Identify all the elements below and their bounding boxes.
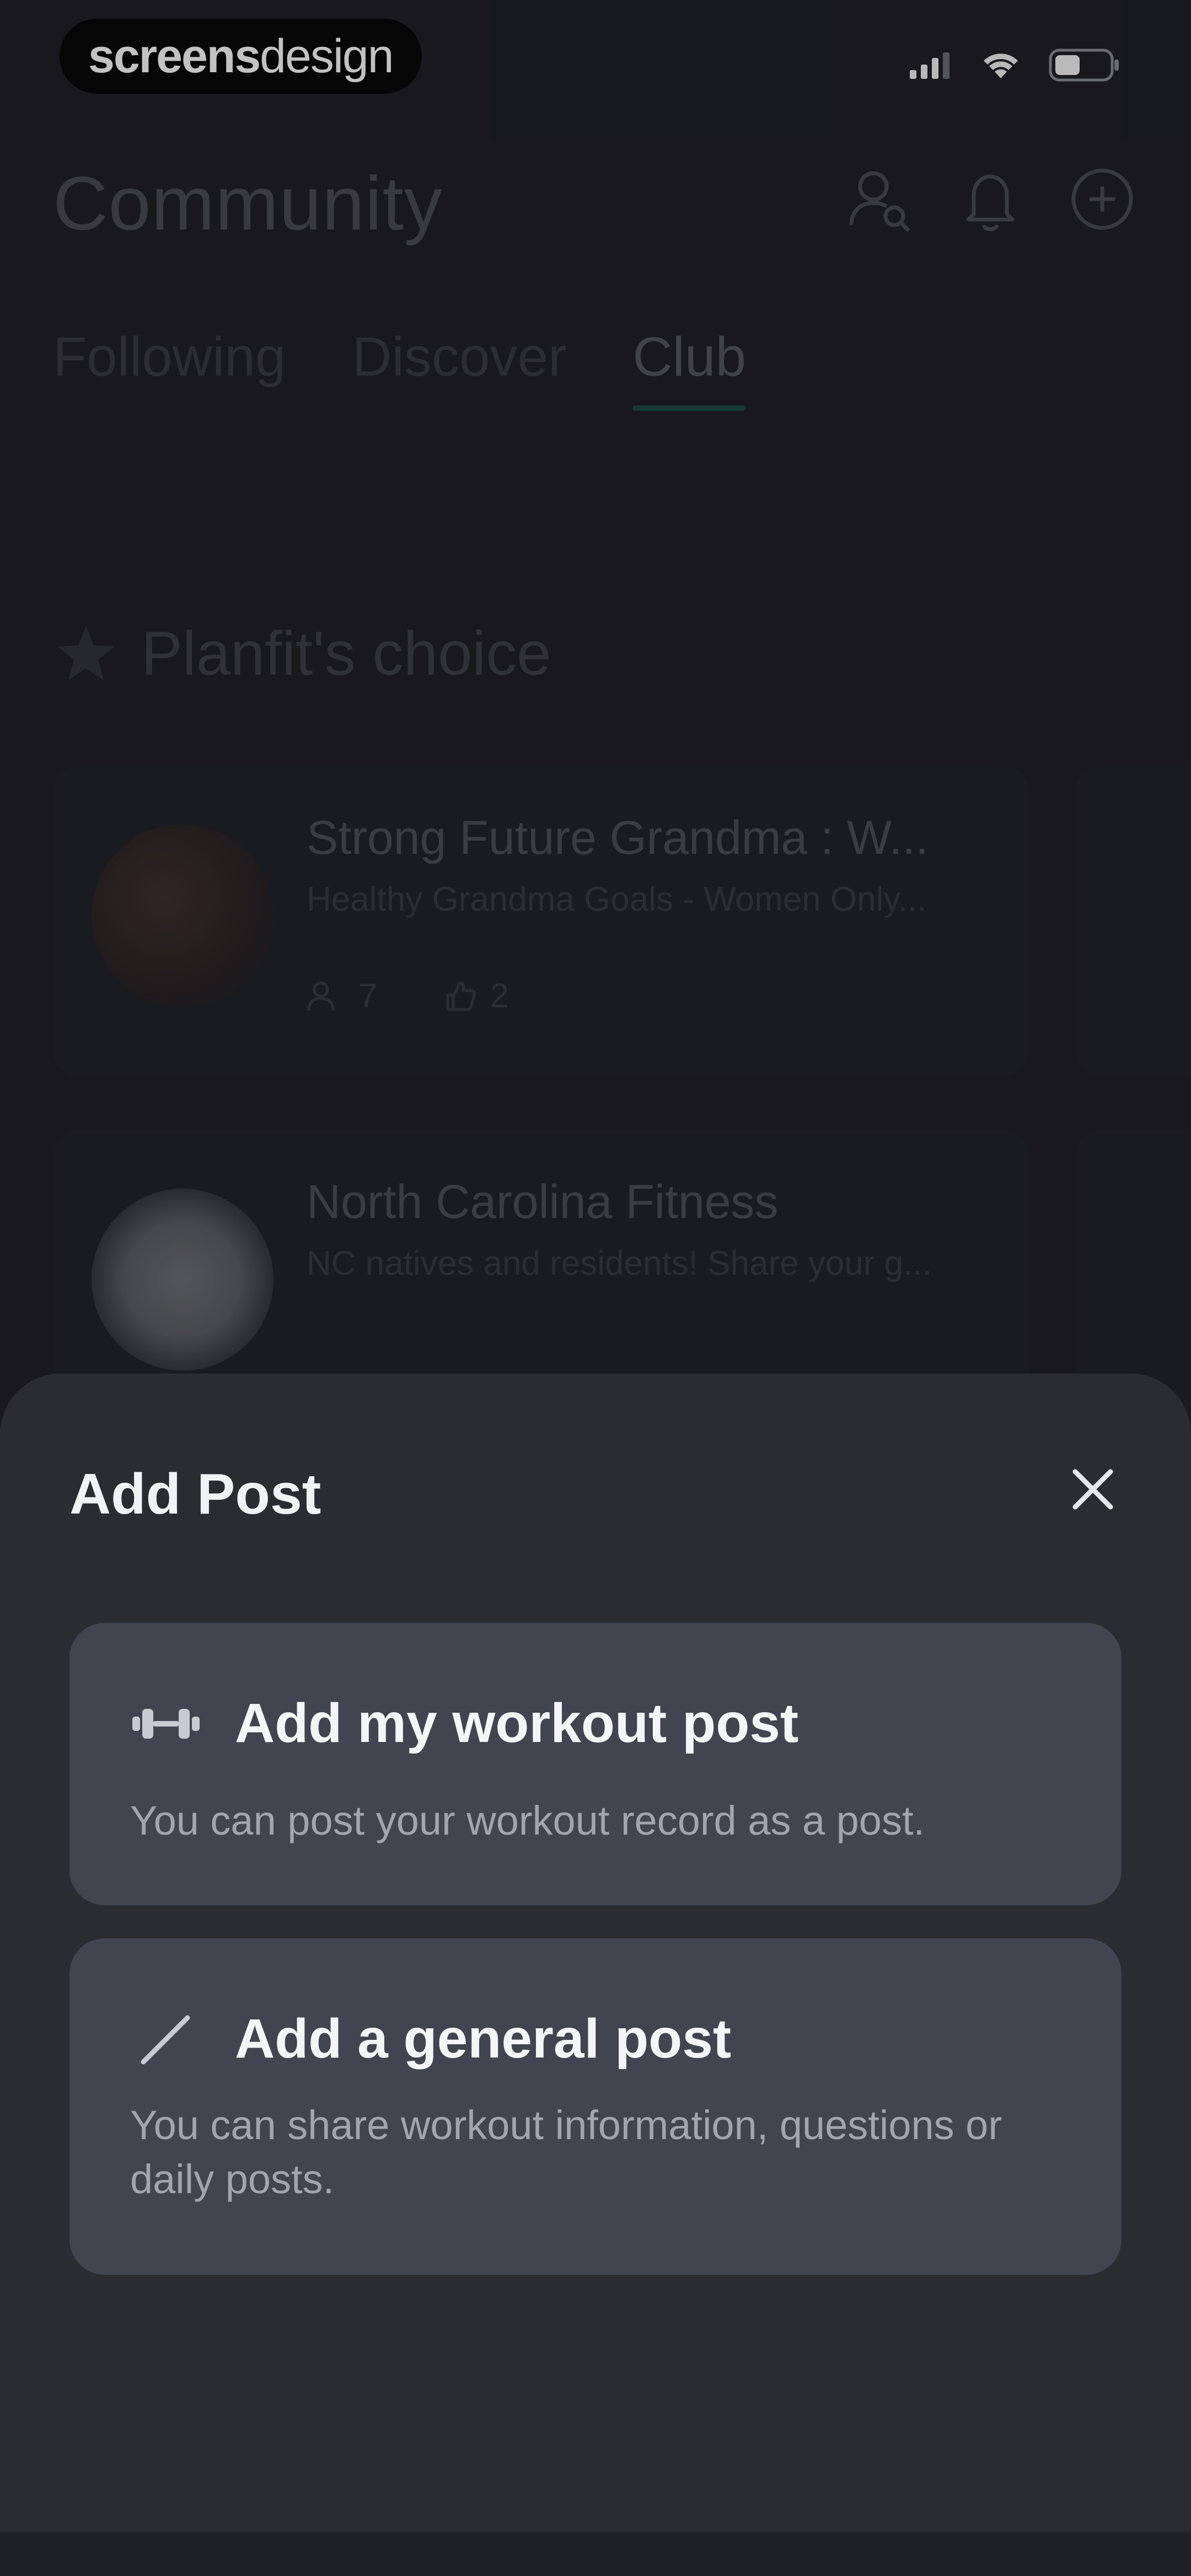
option-title: Add my workout post bbox=[235, 1692, 799, 1754]
dumbbell-icon bbox=[132, 1708, 200, 1739]
sheet-title: Add Post bbox=[69, 1462, 321, 1526]
option-description: You can share workout information, quest… bbox=[130, 2102, 1002, 2202]
close-button[interactable] bbox=[1060, 1456, 1126, 1522]
option-header: Add a general post bbox=[130, 2007, 731, 2071]
add-post-sheet: Add Post Add my workout post You can pos… bbox=[0, 1373, 1191, 2576]
option-description: You can post your workout record as a po… bbox=[130, 1798, 925, 1843]
add-general-post-button[interactable]: Add a general post You can share workout… bbox=[69, 1938, 1122, 2275]
add-workout-post-button[interactable]: Add my workout post You can post your wo… bbox=[69, 1623, 1122, 1905]
option-header: Add my workout post bbox=[130, 1692, 798, 1755]
screen: screens design Community Following Disco… bbox=[0, 0, 1191, 2576]
close-icon bbox=[1072, 1469, 1113, 1510]
home-indicator-area bbox=[0, 2532, 1191, 2576]
pencil-icon bbox=[141, 2015, 190, 2064]
option-title: Add a general post bbox=[235, 2008, 732, 2070]
